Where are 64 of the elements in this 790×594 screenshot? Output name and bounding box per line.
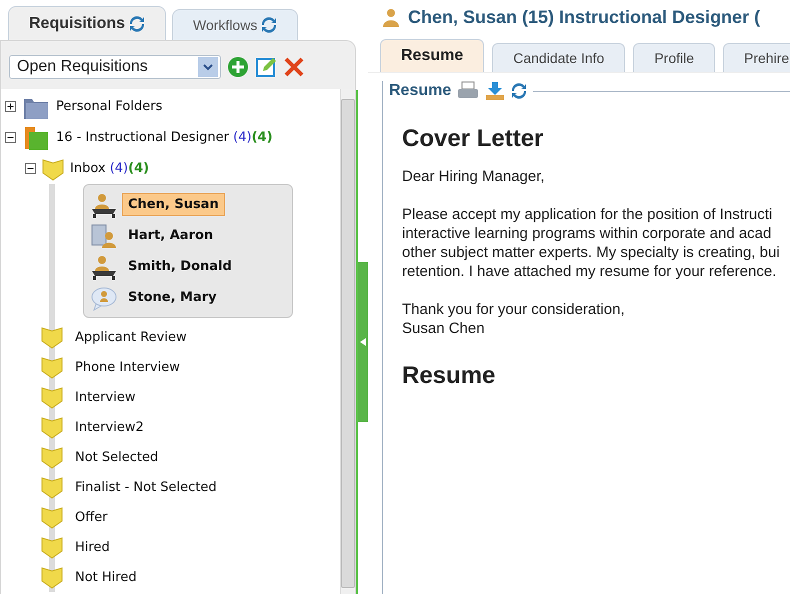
arrow-left-icon — [360, 338, 366, 346]
tree-item[interactable]: Not Selected — [75, 450, 158, 464]
shield-icon — [41, 535, 63, 559]
tree-item[interactable]: Interview — [75, 390, 136, 404]
tree-item[interactable]: Not Hired — [75, 570, 137, 584]
tree-item[interactable]: Finalist - Not Selected — [75, 480, 217, 494]
candidate-item[interactable]: Chen, Susan — [122, 193, 225, 216]
tree-item[interactable]: Applicant Review — [75, 330, 187, 344]
tree-item[interactable]: Offer — [75, 510, 108, 524]
tree-item[interactable]: Interview2 — [75, 420, 144, 434]
chevron-icon — [203, 64, 213, 70]
tab[interactable]: Candidate Info — [492, 43, 626, 72]
edit-icon[interactable] — [255, 56, 277, 78]
document-heading: Resume — [402, 362, 496, 390]
shield-icon — [41, 505, 63, 529]
candidate-item[interactable]: Smith, Donald — [122, 255, 238, 278]
tab[interactable]: Prehire — [723, 43, 790, 72]
candidate-item[interactable]: Hart, Aaron — [122, 224, 220, 247]
letter-text: Please accept my application for the position of Instructi — [402, 205, 774, 224]
person-icon — [382, 7, 400, 27]
refresh-icon[interactable] — [129, 16, 146, 32]
tree-item[interactable]: Phone Interview — [75, 360, 180, 374]
tab[interactable]: Profile — [633, 43, 716, 72]
section-title: Resume — [389, 82, 452, 100]
person-icon — [90, 254, 118, 280]
tree-item[interactable]: Hired — [75, 540, 110, 554]
letter-text: Dear Hiring Manager, — [402, 167, 546, 186]
shield-icon — [41, 415, 63, 439]
tree-item[interactable]: 16 - Instructional Designer (4)(4) — [56, 130, 273, 145]
download-icon[interactable] — [485, 81, 506, 101]
tree-item[interactable]: Inbox (4)(4) — [70, 161, 150, 176]
collapse-toggle[interactable] — [25, 163, 36, 174]
letter-text: retention. I have attached my resume for your reference. — [402, 262, 778, 281]
panel-tab[interactable]: Workflows — [172, 9, 298, 40]
delete-icon[interactable] — [283, 56, 305, 78]
shield-icon — [42, 156, 64, 180]
refresh-icon[interactable] — [261, 17, 278, 33]
filter-dropdown[interactable]: Open Requisitions — [9, 55, 221, 79]
person-icon — [90, 192, 118, 218]
shield-icon — [41, 565, 63, 589]
refresh-icon[interactable] — [511, 83, 528, 99]
building-person-icon — [90, 222, 118, 248]
letter-text: Thank you for your consideration, — [402, 300, 626, 319]
shield-icon — [41, 355, 63, 379]
shield-icon — [41, 475, 63, 499]
splitter-handle[interactable] — [358, 262, 368, 422]
add-icon[interactable] — [227, 56, 249, 78]
document-heading: Cover Letter — [402, 125, 544, 153]
letter-text: interactive learning programs within corporate and acad — [402, 224, 772, 243]
candidate-title: Chen, Susan (15) Instructional Designer ( — [408, 6, 760, 28]
tree-item[interactable]: Personal Folders — [56, 99, 162, 114]
scrollbar[interactable] — [340, 89, 355, 594]
collapse-toggle[interactable] — [5, 132, 16, 143]
candidate-item[interactable]: Stone, Mary — [122, 286, 223, 309]
shield-icon — [41, 445, 63, 469]
shield-icon — [41, 325, 63, 349]
letter-text: Susan Chen — [402, 319, 486, 338]
panel-tab[interactable]: Requisitions — [8, 6, 166, 40]
expand-toggle[interactable] — [5, 101, 16, 112]
chat-person-icon — [90, 284, 118, 310]
tab[interactable]: Resume — [380, 39, 484, 72]
letter-text: other subject matter experts. My specialty is creating, bui — [402, 243, 781, 262]
printer-icon[interactable] — [457, 81, 480, 101]
shield-icon — [41, 385, 63, 409]
